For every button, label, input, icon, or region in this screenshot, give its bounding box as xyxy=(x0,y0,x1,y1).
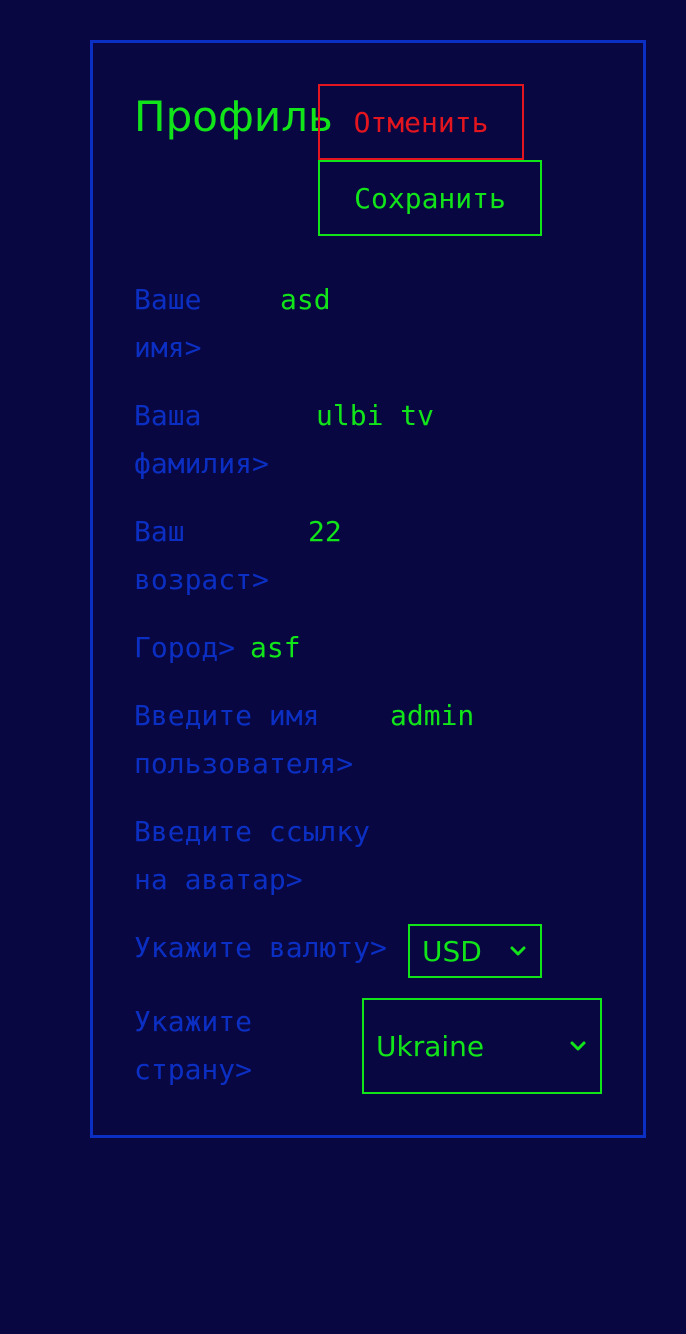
username-label: Введите имя пользователя> xyxy=(134,699,354,780)
chevron-down-icon xyxy=(506,939,530,963)
avatar-label: Введите ссылку на аватар> xyxy=(134,815,371,896)
chevron-down-icon xyxy=(566,1034,590,1058)
page-title: Профиль xyxy=(134,92,333,141)
country-select[interactable]: Ukraine xyxy=(362,998,602,1094)
city-label: Город> xyxy=(134,631,236,664)
avatar-input[interactable] xyxy=(400,808,600,856)
save-button[interactable]: Сохранить xyxy=(318,160,542,236)
currency-label: Укажите валюту> xyxy=(134,931,387,964)
country-label: Укажите страну> xyxy=(134,1005,253,1086)
city-input[interactable] xyxy=(250,624,530,672)
first-name-label: Ваше имя> xyxy=(134,283,202,364)
currency-select[interactable]: USD xyxy=(408,924,542,978)
first-name-input[interactable] xyxy=(280,276,520,324)
username-input[interactable] xyxy=(390,692,610,740)
age-label: Ваш возраст> xyxy=(134,515,269,596)
age-input[interactable] xyxy=(308,508,548,556)
country-selected-value: Ukraine xyxy=(376,1029,485,1063)
currency-selected-value: USD xyxy=(422,934,482,968)
last-name-label: Ваша фамилия> xyxy=(134,399,269,480)
cancel-button[interactable]: Отменить xyxy=(318,84,524,160)
last-name-input[interactable] xyxy=(316,392,556,440)
